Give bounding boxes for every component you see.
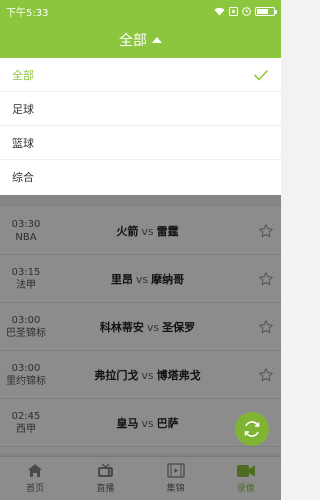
filter-option-football[interactable]: 足球 bbox=[0, 92, 281, 126]
status-icons bbox=[214, 6, 277, 16]
notification-icon bbox=[229, 6, 238, 16]
filter-option-label: 篮球 bbox=[12, 136, 34, 150]
filter-dropdown: 全部 足球 篮球 综合 bbox=[0, 58, 281, 195]
filter-option-basketball[interactable]: 篮球 bbox=[0, 126, 281, 160]
checkmark-icon bbox=[253, 69, 269, 81]
battery-icon bbox=[255, 6, 277, 16]
refresh-button[interactable] bbox=[235, 412, 269, 446]
status-time: 下午5:33 bbox=[6, 7, 49, 19]
status-bar: 下午5:33 bbox=[0, 0, 281, 22]
filter-option-label: 综合 bbox=[12, 171, 34, 184]
header-title: 全部 bbox=[119, 33, 147, 49]
dim-overlay[interactable] bbox=[0, 195, 281, 500]
filter-option-label: 足球 bbox=[12, 102, 34, 116]
filter-option-label: 全部 bbox=[12, 68, 34, 82]
caret-up-icon bbox=[152, 37, 162, 43]
refresh-icon bbox=[244, 421, 260, 437]
filter-option-general[interactable]: 综合 bbox=[0, 160, 281, 194]
alarm-icon bbox=[242, 6, 251, 16]
filter-option-all[interactable]: 全部 bbox=[0, 58, 281, 92]
wifi-icon bbox=[214, 7, 225, 15]
header-filter-toggle[interactable]: 全部 bbox=[0, 22, 281, 58]
